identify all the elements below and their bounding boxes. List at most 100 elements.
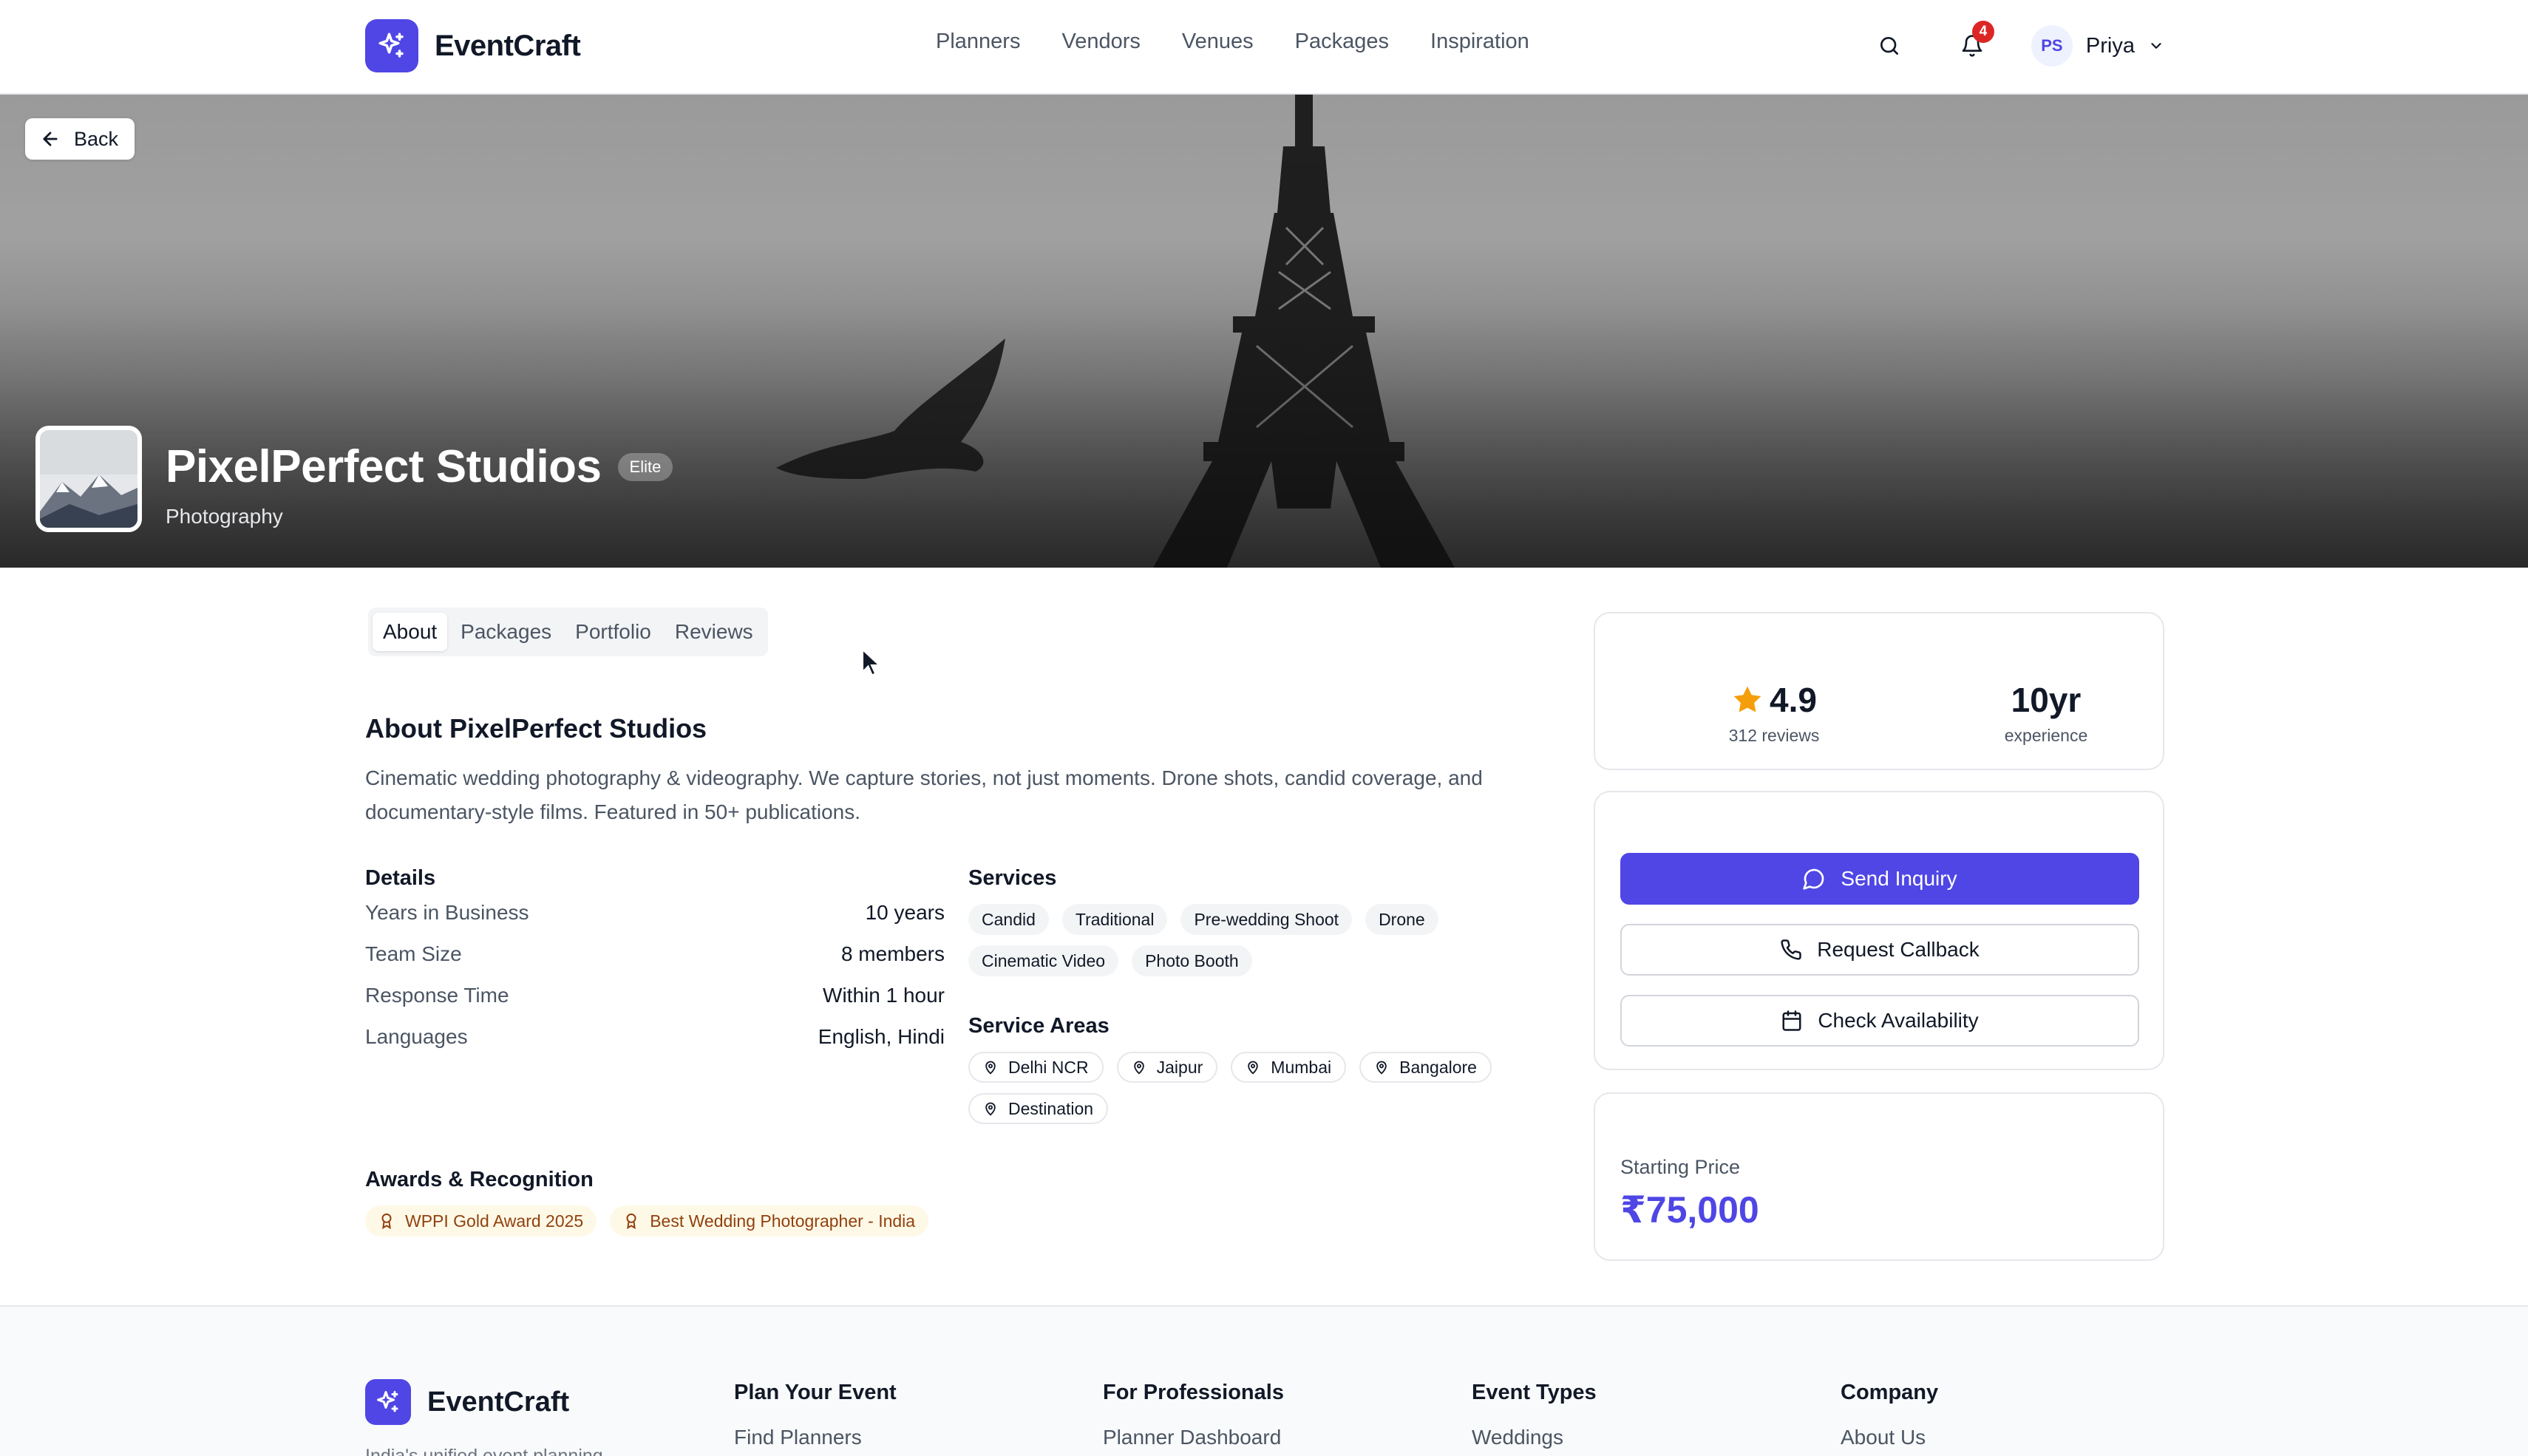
detail-value: Within 1 hour — [823, 984, 945, 1007]
nav-link-venues[interactable]: Venues — [1182, 30, 1254, 54]
tab-packages[interactable]: Packages — [450, 613, 562, 651]
request-callback-button[interactable]: Request Callback — [1620, 924, 2139, 976]
area-label: Delhi NCR — [1008, 1057, 1089, 1077]
services-list: Candid Traditional Pre-wedding Shoot Dro… — [968, 904, 1530, 976]
service-chip: Drone — [1365, 904, 1438, 935]
sparkles-icon — [365, 19, 418, 72]
reviews-count: 312 reviews — [1728, 726, 1820, 745]
brand-name: EventCraft — [435, 29, 581, 62]
experience-value: 10yr — [2011, 681, 2082, 719]
footer-brand-name: EventCraft — [427, 1386, 570, 1418]
award-icon — [626, 1213, 636, 1229]
area-label: Destination — [1008, 1098, 1094, 1118]
nav-link-packages[interactable]: Packages — [1295, 30, 1389, 54]
rating-stat: 4.9 312 reviews — [1663, 680, 1885, 746]
service-chip: Pre-wedding Shoot — [1180, 904, 1353, 935]
user-menu[interactable]: PS Priya — [2031, 25, 2164, 67]
footer-column-heading: Plan Your Event — [734, 1381, 897, 1404]
notifications-button[interactable]: 4 — [1948, 21, 1996, 69]
service-chip: Cinematic Video — [968, 945, 1119, 976]
about-description: Cinematic wedding photography & videogra… — [365, 766, 1483, 823]
search-icon — [1880, 37, 1898, 55]
tier-badge: Elite — [617, 452, 673, 481]
check-availability-button[interactable]: Check Availability — [1620, 995, 2139, 1047]
chevron-down-icon — [2151, 43, 2161, 49]
sparkles-icon — [365, 1379, 411, 1425]
details-section: Details Years in Business 10 years Team … — [365, 866, 945, 1058]
mouse-cursor-icon — [861, 647, 882, 676]
search-button[interactable] — [1866, 22, 1913, 69]
services-heading: Services — [968, 866, 1057, 890]
award-chip: WPPI Gold Award 2025 — [365, 1205, 597, 1236]
about-heading: About PixelPerfect Studios — [365, 713, 707, 744]
footer-link[interactable]: Weddings — [1472, 1426, 1597, 1449]
footer-column-plan: Plan Your Event Find Planners — [734, 1381, 897, 1449]
nav-link-inspiration[interactable]: Inspiration — [1430, 30, 1529, 54]
award-chip: Best Wedding Photographer - India — [610, 1205, 929, 1236]
back-button[interactable]: Back — [25, 118, 135, 160]
tab-about[interactable]: About — [373, 613, 448, 651]
nav-link-vendors[interactable]: Vendors — [1061, 30, 1140, 54]
service-chip: Candid — [968, 904, 1049, 935]
avatar: PS — [2031, 25, 2073, 67]
check-availability-label: Check Availability — [1818, 1009, 1979, 1032]
message-circle-icon — [1803, 868, 1824, 890]
detail-label: Team Size — [365, 942, 462, 965]
services-section: Services Candid Traditional Pre-wedding … — [968, 866, 1530, 976]
footer-link[interactable]: About Us — [1841, 1426, 1938, 1449]
tab-portfolio[interactable]: Portfolio — [565, 613, 662, 651]
service-chip: Photo Booth — [1132, 945, 1252, 976]
phone-icon — [1781, 939, 1802, 960]
site-footer: EventCraft India's unified event plannin… — [0, 1305, 2528, 1456]
footer-column-company: Company About Us — [1841, 1381, 1938, 1449]
detail-row: Response Time Within 1 hour — [365, 975, 945, 1016]
vendor-category: Photography — [166, 505, 283, 528]
experience-label: experience — [2004, 726, 2088, 745]
footer-link[interactable]: Planner Dashboard — [1103, 1426, 1284, 1449]
nav-link-planners[interactable]: Planners — [936, 30, 1020, 54]
area-chip: Delhi NCR — [968, 1052, 1104, 1083]
details-heading: Details — [365, 866, 436, 890]
footer-link[interactable]: Find Planners — [734, 1426, 897, 1449]
actions-card: Send Inquiry Request Callback Check Avai… — [1594, 791, 2164, 1070]
vendor-profile-image — [35, 426, 142, 532]
area-label: Bangalore — [1399, 1057, 1477, 1077]
service-areas-heading: Service Areas — [968, 1014, 1110, 1038]
detail-row: Years in Business 10 years — [365, 892, 945, 933]
stats-card: 4.9 312 reviews 10yr experience — [1594, 612, 2164, 770]
experience-stat: 10yr experience — [1935, 680, 2157, 746]
detail-value: English, Hindi — [818, 1025, 945, 1048]
main-nav: Planners Vendors Venues Packages Inspira… — [936, 30, 1529, 54]
calendar-icon — [1782, 1010, 1801, 1031]
service-areas-section: Service Areas Delhi NCR Jaipur Mumbai Ba… — [968, 1014, 1530, 1124]
price-card: Starting Price ₹75,000 — [1594, 1092, 2164, 1261]
star-icon — [1733, 686, 1761, 712]
vendor-name: PixelPerfect Studios — [166, 441, 602, 492]
request-callback-label: Request Callback — [1817, 938, 1980, 961]
top-navigation: EventCraft Planners Vendors Venues Packa… — [0, 0, 2528, 95]
map-pin-icon — [985, 1061, 996, 1075]
award-icon — [381, 1213, 392, 1229]
footer-brand[interactable]: EventCraft — [365, 1379, 569, 1425]
hero-overlay — [0, 95, 2528, 568]
brand-logo-link[interactable]: EventCraft — [365, 19, 581, 72]
profile-tabs: About Packages Portfolio Reviews — [368, 608, 768, 656]
detail-label: Languages — [365, 1025, 468, 1048]
send-inquiry-button[interactable]: Send Inquiry — [1620, 853, 2139, 905]
area-chip: Destination — [968, 1093, 1109, 1124]
service-areas-list: Delhi NCR Jaipur Mumbai Bangalore Destin… — [968, 1052, 1530, 1124]
awards-list: WPPI Gold Award 2025 Best Wedding Photog… — [365, 1205, 1474, 1236]
map-pin-icon — [985, 1102, 996, 1116]
map-pin-icon — [1376, 1061, 1387, 1075]
footer-tagline: India's unified event planning — [365, 1446, 603, 1456]
area-chip: Mumbai — [1231, 1052, 1347, 1083]
footer-column-professionals: For Professionals Planner Dashboard — [1103, 1381, 1284, 1449]
award-label: Best Wedding Photographer - India — [650, 1211, 916, 1231]
back-label: Back — [74, 127, 119, 150]
arrow-left-icon — [43, 132, 58, 146]
area-label: Mumbai — [1271, 1057, 1332, 1077]
detail-row: Team Size 8 members — [365, 933, 945, 975]
footer-column-event-types: Event Types Weddings — [1472, 1381, 1597, 1449]
tab-reviews[interactable]: Reviews — [665, 613, 764, 651]
starting-price-value: ₹75,000 — [1620, 1189, 1759, 1231]
